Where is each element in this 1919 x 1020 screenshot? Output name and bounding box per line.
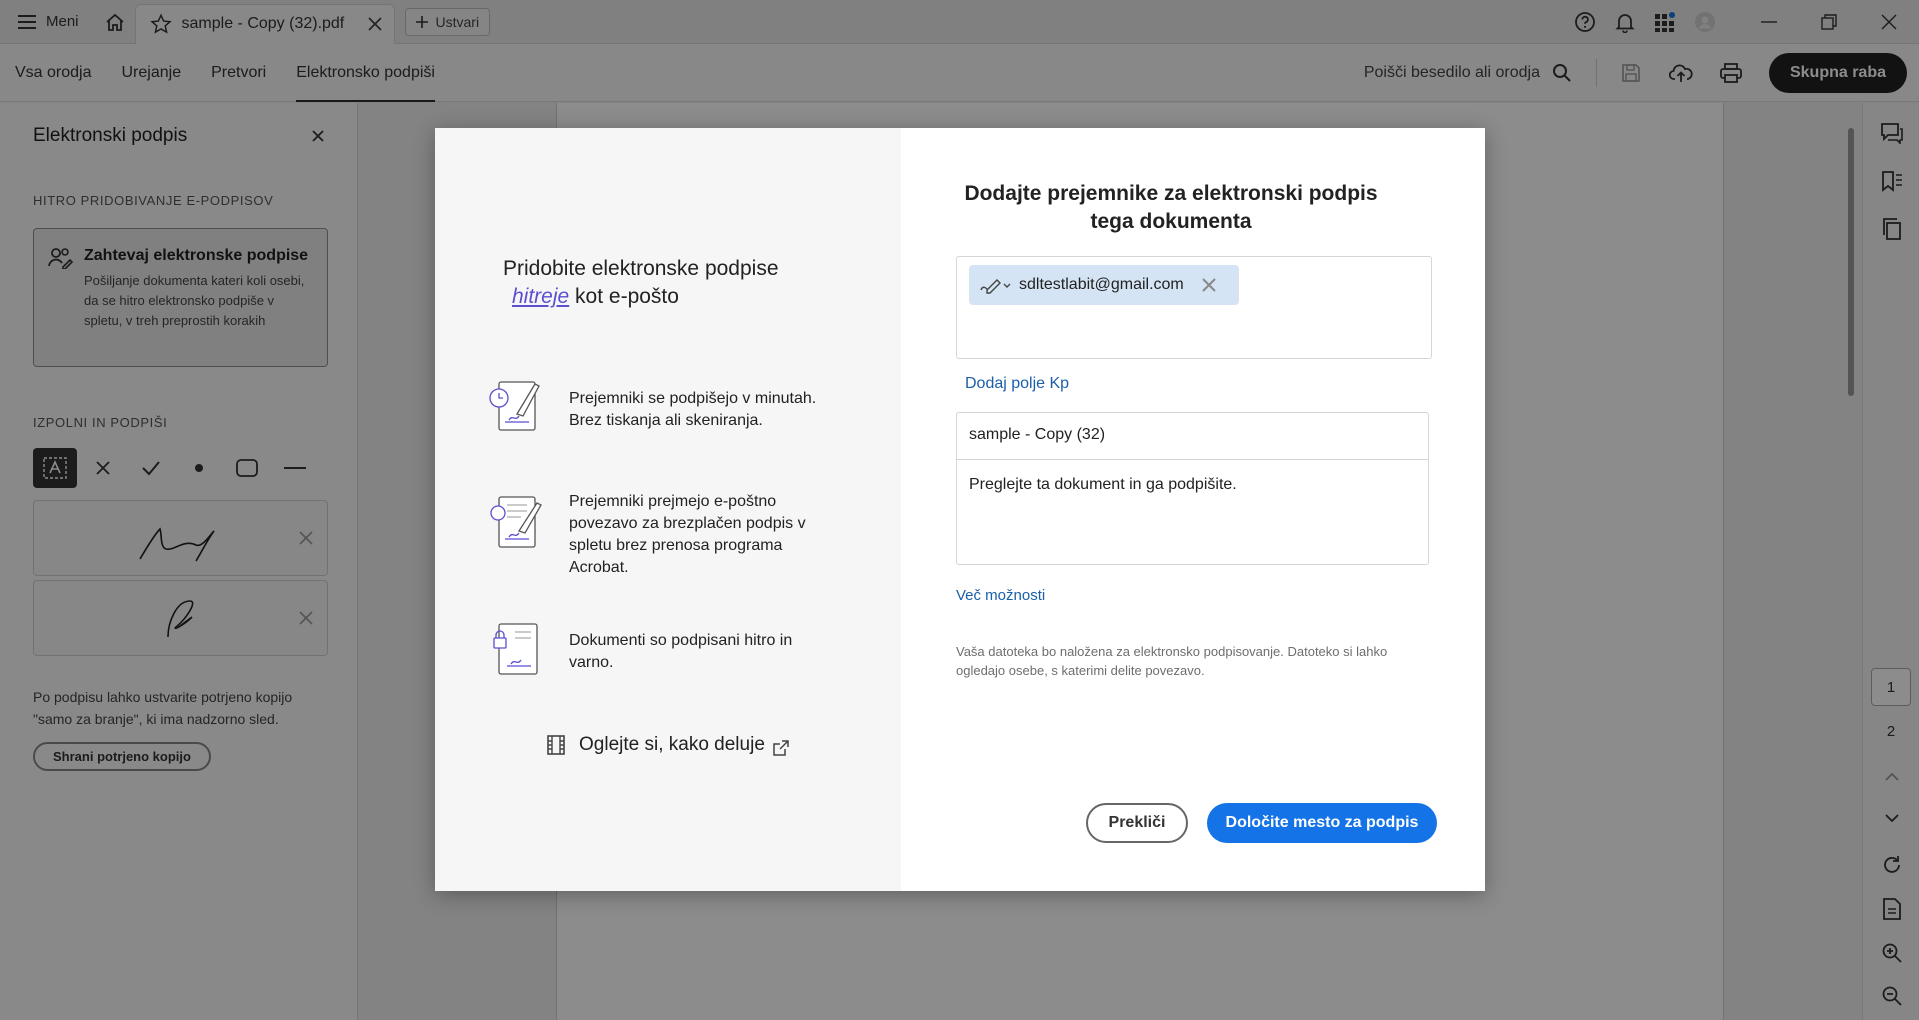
how-it-works-link[interactable]: Oglejte si, kako deluje [547,734,789,756]
more-options-link[interactable]: Več možnosti [956,587,1045,604]
recipient-chip[interactable]: sdltestlabit@gmail.com [969,265,1239,305]
feature-text: Prejemniki se podpišejo v minutah. Brez … [569,390,817,429]
info-heading-emphasis: hitreje [512,285,570,308]
feature-text: Prejemniki prejmejo e-poštno povezavo za… [569,493,806,576]
message-field[interactable]: Preglejte ta dokument in ga podpišite. [956,459,1429,565]
upload-notice: Vaša datoteka bo naložena za elektronsko… [956,644,1388,678]
cancel-button[interactable]: Prekliči [1086,803,1188,843]
feature-fast-signing: Prejemniki se podpišejo v minutah. Brez … [485,376,824,436]
recipient-email: sdltestlabit@gmail.com [1019,276,1184,293]
feature-email-link: Prejemniki prejmejo e-poštno povezavo za… [485,491,824,579]
lock-document-icon [493,623,538,675]
stopwatch-document-icon [489,381,540,431]
remove-recipient-icon[interactable] [1202,278,1216,292]
specify-signature-location-button[interactable]: Določite mesto za podpis [1207,803,1437,843]
subject-field[interactable]: sample - Copy (32) [956,412,1429,460]
external-link-icon [773,740,789,756]
add-cc-link[interactable]: Dodaj polje Kp [965,375,1069,393]
email-document-icon [490,496,542,548]
info-heading-line1: Pridobite elektronske podpise [503,257,779,280]
signer-role-icon[interactable] [979,276,1011,294]
dialog-info-pane: Pridobite elektronske podpise hitreje ko… [435,128,901,891]
info-heading: Pridobite elektronske podpise hitreje ko… [503,255,779,311]
how-it-works-label: Oglejte si, kako deluje [579,734,765,755]
feature-secure: Dokumenti so podpisani hitro in varno. [485,618,824,680]
film-icon [547,735,565,755]
request-signatures-dialog: Pridobite elektronske podpise hitreje ko… [435,128,1485,891]
dialog-title: Dodajte prejemnike za elektronski podpis… [964,182,1378,233]
recipients-field[interactable]: sdltestlabit@gmail.com [956,256,1432,359]
dialog-form-pane: Dodajte prejemnike za elektronski podpis… [901,128,1485,891]
feature-text: Dokumenti so podpisani hitro in varno. [569,632,793,671]
info-heading-rest: kot e-pošto [575,285,679,308]
